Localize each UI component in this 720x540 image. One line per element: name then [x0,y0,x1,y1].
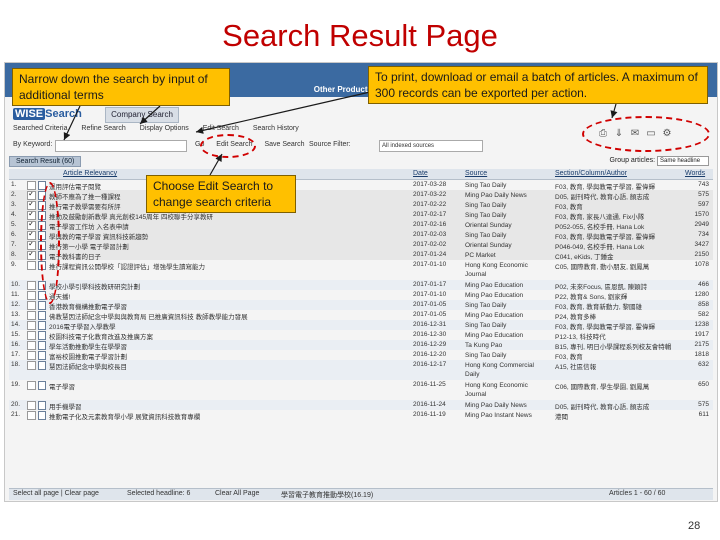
narrow-search-callout: Narrow down the search by input of addit… [12,68,230,106]
page-number: 28 [688,520,701,532]
arrow-to-export-icons [610,103,618,119]
edit-search-callout: Choose Edit Search to change search crit… [146,175,296,213]
arrow-to-edit-search [209,153,223,176]
arrow-to-refine [139,105,161,125]
export-callout: To print, download or email a batch of a… [368,66,708,104]
arrow-to-keyword [63,105,81,141]
